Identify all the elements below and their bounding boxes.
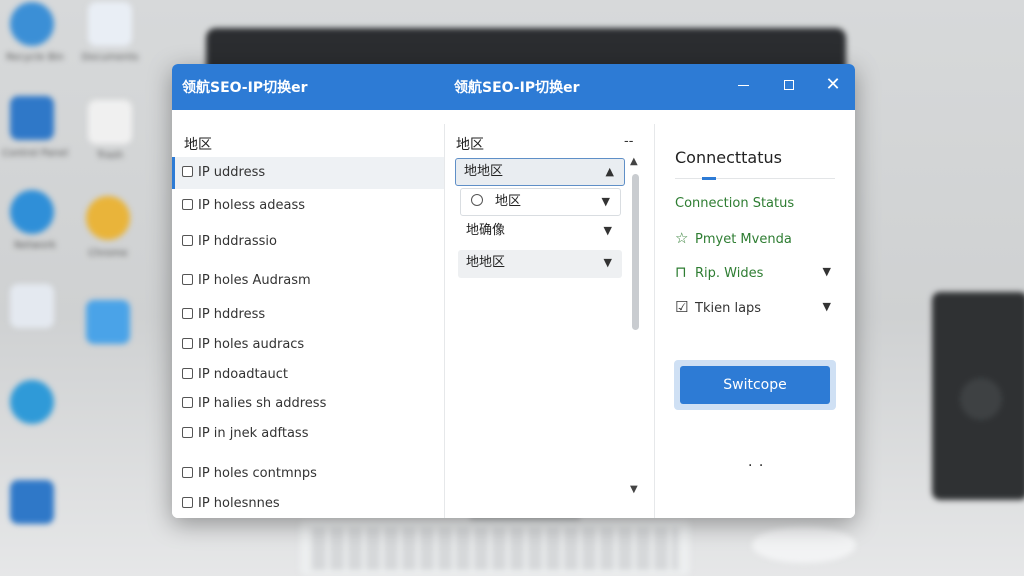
ip-label: IP holesnnes [198,496,280,511]
region-dropdown-value: 地确像 [466,223,506,238]
ip-label: IP ndoadtauct [198,367,289,382]
checkbox[interactable] [182,427,193,438]
checkbox[interactable] [182,235,193,246]
desktop-label: Trash [96,150,124,161]
chevron-down-icon: ▼ [601,195,610,208]
checkbox[interactable] [182,397,193,408]
status-item[interactable]: ⊓ Rip. Wides ▼ [675,260,835,284]
ip-label: IP holess adeass [198,198,306,213]
tab-indicator [702,177,716,180]
desktop-label: Recycle Bin [6,52,64,63]
chevron-down-icon: ▼ [822,265,831,278]
chevron-up-icon: ▲ [605,165,614,178]
desktop-icon-chrome[interactable] [86,196,130,240]
window-title-center: 领航SEO-IP切换er [454,80,580,96]
desktop-label: Control Panel [1,148,69,159]
ip-label: IP halies sh address [198,396,327,411]
checkbox[interactable] [182,338,193,349]
desktop-icon-recycle-bin[interactable] [10,2,54,46]
ip-list-item[interactable]: IP holess adeass [172,190,444,222]
region-dropdown[interactable]: 地区 ▼ [460,188,621,216]
ip-list-item[interactable]: IP ndoadtauct [172,359,444,391]
status-item-label: Pmyet Mvenda [695,232,792,247]
region-dropdown[interactable]: 地确像 ▼ [458,218,622,246]
speaker-cone [960,378,1002,420]
ip-list-item[interactable]: IP hddress [172,299,444,331]
divider [675,178,835,179]
minimize-icon [737,85,749,86]
desktop-icon-app[interactable] [10,480,54,524]
region-more[interactable]: -- [624,134,633,149]
ip-list-heading: 地区 [184,137,212,153]
maximize-icon [784,80,794,90]
chevron-down-icon: ▼ [822,300,831,313]
desktop-icon-network[interactable] [10,190,54,234]
ip-list-item[interactable]: IP holes contmnps [172,458,444,490]
check-box-icon: ☑ [675,298,689,316]
ip-list-item[interactable]: IP holes audracs [172,329,444,361]
switch-ip-button[interactable]: Switcope [680,366,830,404]
mouse [752,527,856,563]
checkbox[interactable] [182,166,193,177]
ip-label: IP hddrassio [198,234,277,249]
location-icon [471,194,483,206]
region-dropdown[interactable]: 地地区 ▼ [458,250,622,278]
close-button[interactable]: ✕ [818,72,848,98]
desktop-icon-control-panel[interactable] [10,96,54,140]
desktop-icon-folder[interactable] [86,300,130,344]
chevron-down-icon: ▼ [603,224,612,237]
ip-list-item[interactable]: IP hddrassio [172,226,444,258]
ip-list-item[interactable]: IP uddress [172,157,444,189]
desktop-icon-documents[interactable] [88,2,132,46]
status-item-label: Rip. Wides [695,266,764,281]
ip-label: IP hddress [198,307,266,322]
ip-label: IP uddress [198,165,266,180]
ip-list-item[interactable]: IP holes Audrasm [172,265,444,297]
checkbox[interactable] [182,308,193,319]
desktop-label: Chrome [88,248,128,259]
desktop-icon-trash[interactable] [88,100,132,144]
ip-list-item[interactable]: IP in jnek adftass [172,418,444,450]
checkbox[interactable] [182,199,193,210]
ip-list-panel: 地区 IP uddress IP holess adeass IP hddras… [172,124,444,518]
status-title: Connecttatus [675,148,782,167]
scroll-down-icon[interactable]: ▼ [630,484,638,495]
region-dropdown-value: 地地区 [466,255,506,270]
more-ellipsis: . . [748,454,765,470]
lock-icon: ⊓ [675,263,687,281]
close-icon: ✕ [825,74,841,95]
desktop-label: Documents [81,52,139,63]
region-heading: 地区 [456,137,484,153]
desktop-icon-file[interactable] [10,284,54,328]
minimize-button[interactable] [728,72,758,98]
window-title: 领航SEO-IP切换er [182,80,308,96]
scrollbar-thumb[interactable] [632,174,639,330]
region-dropdown[interactable]: 地地区 ▲ [455,158,625,186]
ip-label: IP holes contmnps [198,466,317,481]
app-window: 领航SEO-IP切换er 领航SEO-IP切换er ✕ 地区 IP uddres… [172,64,855,518]
status-item[interactable]: ☑ Tkien laps ▼ [675,295,835,319]
star-icon: ☆ [675,229,689,247]
ip-list-item[interactable]: IP halies sh address [172,388,444,420]
desktop-label: Network [14,240,56,251]
connection-status-label: Connection Status [675,196,795,211]
maximize-button[interactable] [774,72,804,98]
title-bar: 领航SEO-IP切换er 领航SEO-IP切换er ✕ [172,64,855,110]
scroll-up-icon[interactable]: ▲ [630,156,638,167]
checkbox[interactable] [182,274,193,285]
ip-label: IP holes audracs [198,337,305,352]
chevron-down-icon: ▼ [603,256,612,269]
desktop-icon-edge[interactable] [10,380,54,424]
status-item[interactable]: ☆ Pmyet Mvenda [675,226,835,250]
ip-label: IP holes Audrasm [198,273,311,288]
keyboard-keys [312,528,678,570]
checkbox[interactable] [182,368,193,379]
status-item-label: Tkien laps [695,301,762,316]
checkbox[interactable] [182,467,193,478]
region-dropdown-value: 地地区 [464,164,504,179]
checkbox[interactable] [182,497,193,508]
ip-label: IP in jnek adftass [198,426,309,441]
ip-list-item[interactable]: IP holesnnes [172,488,444,518]
region-dropdown-value: 地区 [495,194,522,209]
